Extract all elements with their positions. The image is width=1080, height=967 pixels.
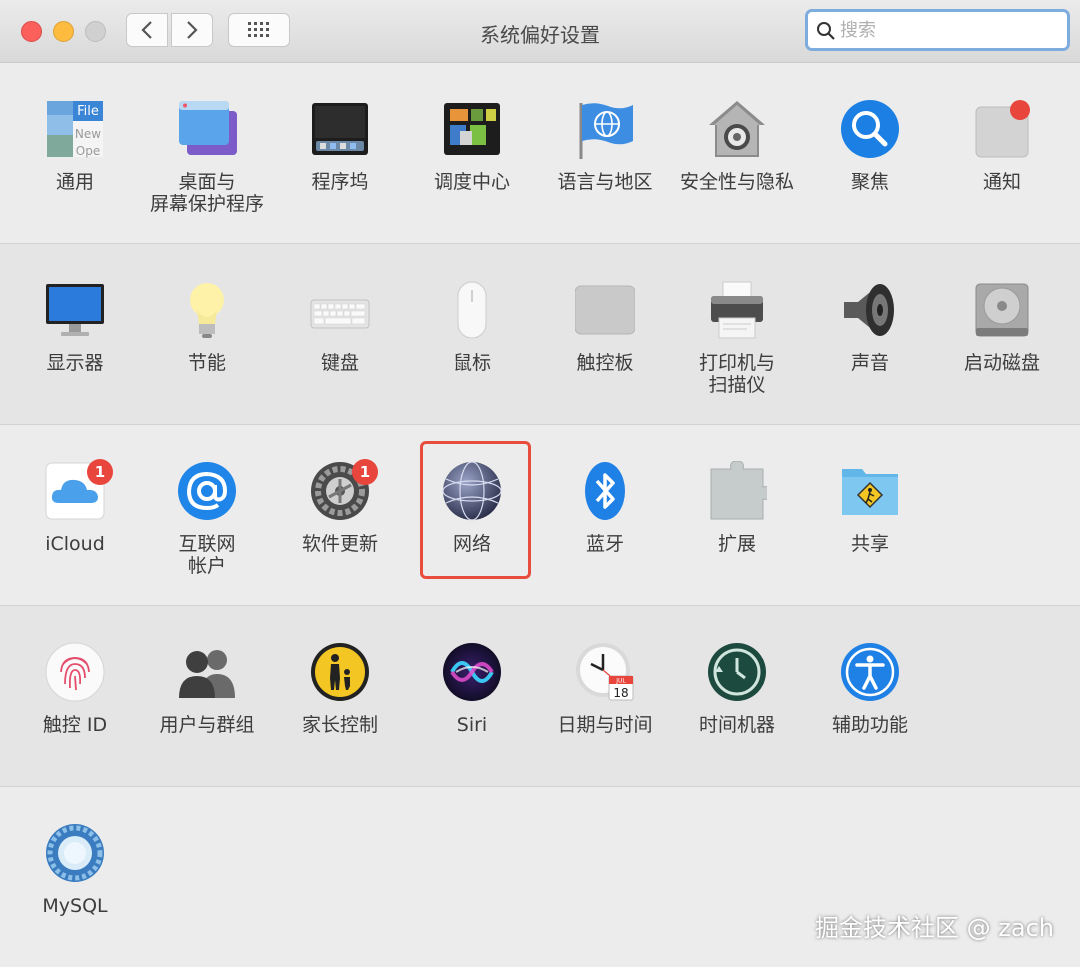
puzzle-piece-icon [710,461,767,520]
speaker-icon [844,284,894,336]
pref-label: 互联网 帐户 [178,533,236,577]
keyboard-icon [310,299,370,329]
svg-text:Ope: Ope [76,144,100,158]
pref-label: 声音 [850,352,889,374]
desktop-icon [179,101,237,155]
lightbulb-icon [190,283,224,338]
dock-icon [312,103,368,155]
pref-label: 打印机与 扫描仪 [698,352,775,396]
pref-row-internet: 1 iCloud 互联网 帐户 1 软件更新 网络 蓝牙 扩展 共享 [0,425,1080,606]
svg-text:18: 18 [613,686,628,700]
chevron-left-icon [141,21,152,39]
notifications-icon [975,100,1030,158]
svg-text:JUL: JUL [615,678,626,685]
svg-text:File: File [77,104,99,119]
time-machine-icon [708,643,766,701]
minimize-button[interactable] [53,21,74,42]
flag-globe-icon [579,103,633,159]
grid-icon [248,22,269,37]
close-button[interactable] [21,21,42,42]
pref-label: 蓝牙 [585,533,624,555]
siri-icon [443,643,501,701]
display-icon [46,284,104,336]
search-field[interactable] [805,9,1070,51]
notification-badge: 1 [87,459,113,485]
pref-label: 触控 ID [42,714,108,736]
network-globe-icon [442,461,502,521]
pref-row-personal: File New Ope 通用 桌面与 屏幕保护程序 程序坞 调度中心 语言与地… [0,63,1080,244]
pref-label: 触控板 [576,352,634,374]
pref-label: 节能 [187,352,226,374]
back-button[interactable] [126,13,168,47]
pref-label: 辅助功能 [831,714,908,736]
pref-label: 鼠标 [452,352,491,374]
watermark-text: 掘金技术社区 @ zach [815,914,1054,942]
pref-row-hardware: 显示器 节能 键盘 鼠标 触控板 打印机与 扫描仪 声音 启动磁盘 [0,244,1080,425]
pref-label: 调度中心 [433,171,510,193]
pref-label: 通用 [55,171,94,193]
bluetooth-icon [585,462,625,520]
fingerprint-icon [45,642,105,702]
search-input[interactable] [840,17,1060,43]
pref-row-system: 触控 ID 用户与群组 家长控制 Siri JUL 18 日期与时间 时间机器 … [0,606,1080,787]
mouse-icon [457,281,487,339]
forward-button[interactable] [171,13,213,47]
pref-label: 安全性与隐私 [679,171,794,193]
search-icon [817,22,835,40]
pref-label: Siri [456,714,488,736]
chevron-right-icon [187,21,198,39]
pref-label: 通知 [982,171,1021,193]
pref-label: 启动磁盘 [963,352,1040,374]
pref-label: 聚焦 [850,171,889,193]
trackpad-icon [575,285,635,335]
users-icon [179,650,235,698]
pref-label: 家长控制 [301,714,378,736]
pref-label: 日期与时间 [557,714,653,736]
pref-label: 网络 [452,533,491,555]
parental-controls-icon [311,643,369,701]
pref-label: MySQL [42,895,108,917]
show-all-button[interactable] [228,13,290,47]
hard-disk-icon [975,283,1029,337]
sharing-folder-icon [842,469,898,515]
house-lock-icon [709,101,765,157]
pref-label: 时间机器 [698,714,775,736]
at-sign-icon [178,462,236,520]
pref-label: 共享 [850,533,889,555]
zoom-button[interactable] [85,21,106,42]
pref-label: 键盘 [320,352,359,374]
svg-text:New: New [75,127,101,141]
spotlight-icon [841,100,899,158]
pref-label: 程序坞 [311,171,369,193]
accessibility-icon [841,643,899,701]
pref-label: 软件更新 [301,533,378,555]
general-icon: File New Ope [47,101,103,158]
mission-control-icon [444,103,500,155]
mysql-gear-icon [46,824,104,882]
pref-label: 语言与地区 [557,171,653,193]
pref-label: 显示器 [46,352,104,374]
pref-label: iCloud [45,533,105,555]
pref-label: 用户与群组 [159,714,255,736]
system-preferences-window: 系统偏好设置 File New Ope 通用 [0,0,1080,967]
pref-label: 桌面与 屏幕保护程序 [149,171,264,215]
title-bar: 系统偏好设置 [0,0,1080,63]
printer-icon [711,281,763,339]
clock-calendar-icon: JUL 18 [576,643,634,701]
pref-label: 扩展 [717,533,756,555]
notification-badge: 1 [352,459,378,485]
